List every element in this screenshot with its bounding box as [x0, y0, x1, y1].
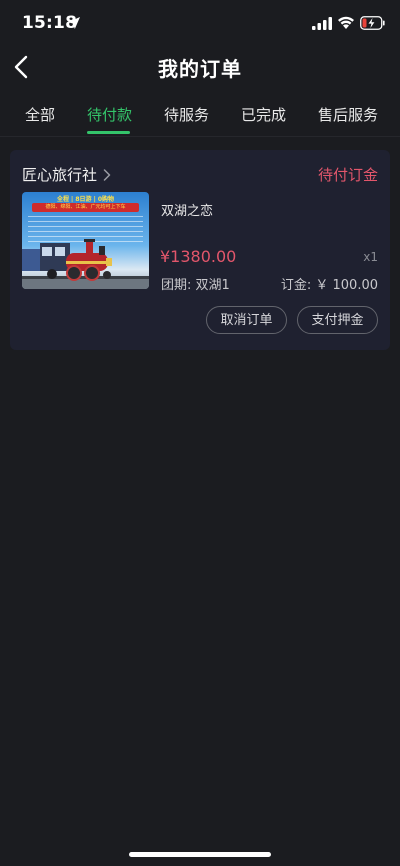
order-tabs: 全部 待付款 待服务 已完成 售后服务 [0, 96, 400, 137]
deposit-amount: 订金: ￥ 100.00 [280, 278, 378, 293]
nav-bar: 我的订单 [0, 48, 400, 88]
product-price: ¥1380.00 [160, 247, 237, 266]
product-name: 双湖之恋 [161, 204, 214, 219]
cancel-order-button[interactable]: 取消订单 [206, 306, 287, 334]
product-thumbnail[interactable]: 全程 | 8日游 | 0购物 德阳、绵阳、江油、广元均可上下车 [22, 192, 149, 289]
wifi-icon [338, 16, 354, 29]
tab-pending-payment[interactable]: 待付款 [87, 104, 132, 125]
chevron-right-icon [103, 168, 111, 181]
agency-name: 匠心旅行社 [22, 166, 98, 184]
status-bar: 15:18 [0, 0, 400, 48]
page-title: 我的订单 [158, 57, 242, 81]
thumbnail-banner-text: 全程 | 8日游 | 0购物 [56, 196, 115, 203]
agency-link[interactable]: 匠心旅行社 [22, 164, 111, 185]
group-date: 团期: 双湖1 [161, 278, 230, 293]
tab-after-sales[interactable]: 售后服务 [318, 104, 378, 125]
thumbnail-ribbon: 德阳、绵阳、江油、广元均可上下车 [32, 203, 139, 212]
steam-train-image [22, 239, 149, 289]
order-card: 匠心旅行社 待付订金 全程 | 8日游 | 0购物 德阳、绵阳、江油、广元均可上… [10, 150, 390, 350]
cellular-signal-icon [312, 17, 332, 30]
home-indicator [129, 852, 271, 857]
location-arrow-icon [68, 17, 80, 29]
active-tab-indicator [87, 131, 130, 134]
tab-completed[interactable]: 已完成 [241, 104, 286, 125]
tab-pending-service[interactable]: 待服务 [164, 104, 209, 125]
tab-all[interactable]: 全部 [25, 104, 55, 125]
product-quantity: x1 [363, 250, 378, 264]
pay-deposit-button[interactable]: 支付押金 [297, 306, 378, 334]
order-status: 待付订金 [317, 166, 378, 184]
battery-low-charging-icon [360, 16, 385, 30]
